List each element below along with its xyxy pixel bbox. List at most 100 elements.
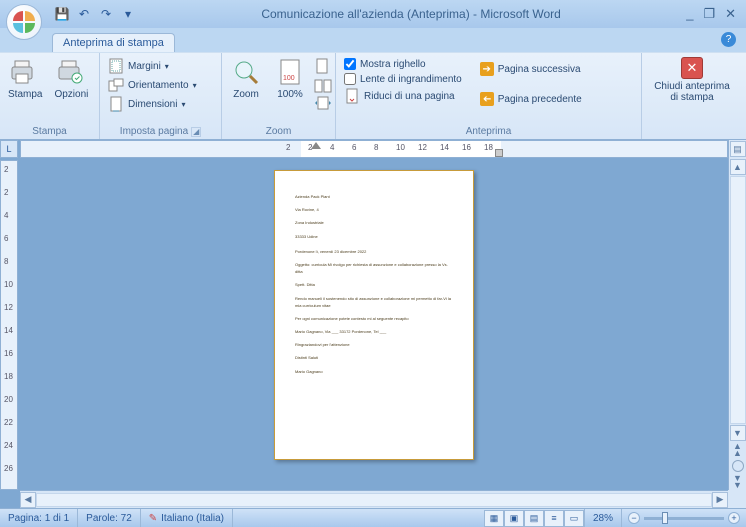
group-close: ✕ Chiudi anteprima di stampa bbox=[642, 53, 742, 139]
zoom-thumb[interactable] bbox=[662, 512, 668, 524]
zoom-in-button[interactable]: + bbox=[728, 512, 740, 524]
vertical-scrollbar[interactable]: ▤ ▲ ▼ ▲▲ ▼▼ bbox=[728, 140, 746, 490]
orientation-button[interactable]: Orientamento ▾ bbox=[104, 76, 201, 94]
document-page: Azienda Pack Plant Via Rovine, 4 Zona In… bbox=[274, 170, 474, 460]
qat-more-icon[interactable]: ▾ bbox=[120, 6, 136, 22]
scroll-right-button[interactable]: ▶ bbox=[712, 492, 728, 508]
scroll-v-track[interactable] bbox=[730, 176, 746, 424]
view-print-layout[interactable]: ▦ bbox=[484, 510, 504, 527]
page-viewport[interactable]: Azienda Pack Plant Via Rovine, 4 Zona In… bbox=[20, 160, 728, 490]
group-zoom-label: Zoom bbox=[226, 125, 331, 139]
ruler-toggle-icon[interactable]: ▤ bbox=[730, 141, 746, 157]
scroll-up-button[interactable]: ▲ bbox=[730, 159, 746, 175]
tab-print-preview[interactable]: Anteprima di stampa bbox=[52, 33, 175, 52]
zoom-level[interactable]: 28% bbox=[584, 509, 622, 527]
size-label: Dimensioni bbox=[128, 99, 177, 110]
scroll-left-button[interactable]: ◀ bbox=[20, 492, 36, 508]
next-page-button[interactable]: ➔ Pagina successiva bbox=[476, 61, 586, 77]
doc-line: 33333 Udine bbox=[295, 233, 453, 240]
horizontal-ruler[interactable]: 224681012141618 bbox=[20, 140, 728, 158]
options-label: Opzioni bbox=[54, 89, 88, 100]
view-outline[interactable]: ≡ bbox=[544, 510, 564, 527]
orientation-icon bbox=[108, 77, 124, 93]
window-title: Comunicazione all'azienda (Anteprima) - … bbox=[136, 7, 686, 21]
title-bar: 💾 ↶ ↷ ▾ Comunicazione all'azienda (Antep… bbox=[0, 0, 746, 28]
close-window-button[interactable]: ✕ bbox=[725, 6, 736, 22]
arrow-right-icon: ➔ bbox=[480, 62, 494, 76]
view-draft[interactable]: ▭ bbox=[564, 510, 584, 527]
shrink-one-page-button[interactable]: Riduci di una pagina bbox=[340, 87, 466, 105]
shrink-page-icon bbox=[344, 88, 360, 104]
status-language[interactable]: ✎ Italiano (Italia) bbox=[141, 509, 233, 527]
vertical-ruler[interactable]: 22468101214161820222426 bbox=[0, 160, 18, 490]
doc-line: Ringraziandovi per l'attenzione bbox=[295, 341, 453, 348]
zoom-track[interactable] bbox=[644, 517, 724, 520]
doc-line: Per ogni comunicazione potete contesto m… bbox=[295, 315, 453, 322]
page-width-icon[interactable] bbox=[314, 96, 332, 110]
close-label-1: Chiudi anteprima bbox=[654, 81, 730, 92]
margin-stop-right[interactable] bbox=[495, 149, 503, 157]
scroll-h-track[interactable] bbox=[36, 493, 712, 507]
margins-label: Margini bbox=[128, 61, 161, 72]
arrow-left-icon: ➔ bbox=[480, 92, 494, 106]
view-web-layout[interactable]: ▤ bbox=[524, 510, 544, 527]
close-preview-button[interactable]: ✕ Chiudi anteprima di stampa bbox=[650, 55, 734, 105]
magnifier-input[interactable] bbox=[344, 73, 356, 85]
one-page-icon[interactable] bbox=[314, 58, 332, 76]
zoom-slider[interactable]: − + bbox=[622, 512, 746, 524]
show-ruler-input[interactable] bbox=[344, 58, 356, 70]
doc-line: Mario Gagnano, Via ___ 33172 Pordenone, … bbox=[295, 328, 453, 335]
minimize-button[interactable]: _ bbox=[686, 6, 693, 22]
view-full-screen[interactable]: ▣ bbox=[504, 510, 524, 527]
help-icon[interactable]: ? bbox=[721, 32, 736, 47]
document-area: L 224681012141618 2246810121416182022242… bbox=[0, 140, 746, 508]
redo-icon[interactable]: ↷ bbox=[98, 6, 114, 22]
printer-icon bbox=[10, 57, 40, 87]
undo-icon[interactable]: ↶ bbox=[76, 6, 92, 22]
prev-page-nav[interactable]: ▲▲ bbox=[733, 443, 742, 457]
group-page-setup: Margini ▾ Orientamento ▾ Dimensioni ▾ Im… bbox=[100, 53, 222, 139]
status-page[interactable]: Pagina: 1 di 1 bbox=[0, 509, 78, 527]
margins-button[interactable]: Margini ▾ bbox=[104, 57, 201, 75]
orientation-label: Orientamento bbox=[128, 80, 189, 91]
size-button[interactable]: Dimensioni ▾ bbox=[104, 95, 201, 113]
print-button[interactable]: Stampa bbox=[4, 55, 46, 102]
tab-stop-left[interactable] bbox=[311, 142, 321, 149]
magnifier-checkbox[interactable]: Lente di ingrandimento bbox=[340, 72, 466, 86]
office-button[interactable] bbox=[6, 4, 42, 40]
status-bar: Pagina: 1 di 1 Parole: 72 ✎ Italiano (It… bbox=[0, 508, 746, 527]
browse-object-button[interactable] bbox=[732, 460, 744, 472]
zoom-out-button[interactable]: − bbox=[628, 512, 640, 524]
status-words[interactable]: Parole: 72 bbox=[78, 509, 141, 527]
status-language-label: Italiano (Italia) bbox=[161, 513, 224, 524]
scroll-down-button[interactable]: ▼ bbox=[730, 425, 746, 441]
shrink-label: Riduci di una pagina bbox=[364, 91, 455, 102]
proofing-icon: ✎ bbox=[149, 513, 157, 524]
horizontal-scrollbar[interactable]: ◀ ▶ bbox=[20, 490, 728, 508]
group-preview: Mostra righello Lente di ingrandimento R… bbox=[336, 53, 642, 139]
next-page-nav[interactable]: ▼▼ bbox=[733, 475, 742, 489]
doc-line: Distinti Saluti bbox=[295, 354, 453, 361]
page-setup-launcher[interactable]: ◢ bbox=[191, 127, 201, 137]
zoom-100-button[interactable]: 100 100% bbox=[270, 55, 310, 102]
zoom-100-label: 100% bbox=[277, 89, 303, 100]
options-button[interactable]: Opzioni bbox=[50, 55, 92, 102]
view-buttons: ▦ ▣ ▤ ≡ ▭ bbox=[484, 510, 584, 527]
group-preview-label: Anteprima bbox=[340, 125, 637, 139]
zoom-label: Zoom bbox=[233, 89, 259, 100]
doc-line: Azienda Pack Plant bbox=[295, 193, 453, 200]
save-icon[interactable]: 💾 bbox=[54, 6, 70, 22]
two-pages-icon[interactable] bbox=[314, 79, 332, 93]
page-100-icon: 100 bbox=[275, 57, 305, 87]
doc-line: Spett. Ditta bbox=[295, 281, 453, 288]
close-label-2: di stampa bbox=[670, 92, 713, 103]
group-stampa: Stampa Opzioni Stampa bbox=[0, 53, 100, 139]
show-ruler-checkbox[interactable]: Mostra righello bbox=[340, 57, 466, 71]
prev-page-button[interactable]: ➔ Pagina precedente bbox=[476, 91, 586, 107]
group-stampa-label: Stampa bbox=[4, 125, 95, 139]
resize-grip[interactable] bbox=[728, 490, 746, 508]
next-page-label: Pagina successiva bbox=[498, 64, 581, 75]
ruler-corner[interactable]: L bbox=[0, 140, 18, 158]
zoom-button[interactable]: Zoom bbox=[226, 55, 266, 102]
restore-button[interactable]: ❐ bbox=[703, 6, 715, 22]
